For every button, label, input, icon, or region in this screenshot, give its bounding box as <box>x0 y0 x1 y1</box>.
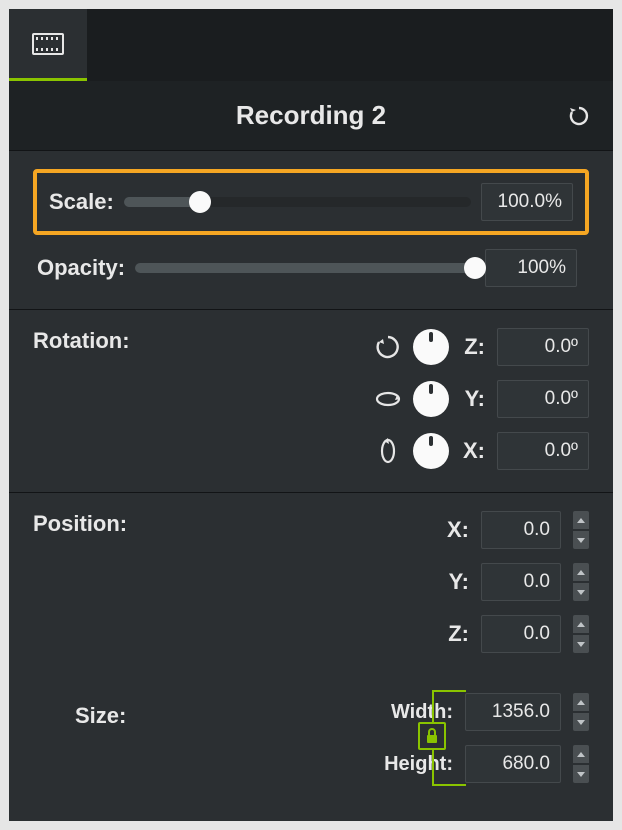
opacity-input[interactable] <box>485 249 577 287</box>
size-group: Size: Width: <box>33 693 589 783</box>
scale-row: Scale: <box>49 183 573 221</box>
position-x-step-down[interactable] <box>573 531 589 549</box>
size-height-stepper <box>573 745 589 783</box>
undo-icon <box>567 104 591 128</box>
chevron-up-icon <box>577 570 585 575</box>
opacity-row: Opacity: <box>33 249 589 287</box>
position-y-step-up[interactable] <box>573 563 589 581</box>
chevron-up-icon <box>577 622 585 627</box>
scale-input[interactable] <box>481 183 573 221</box>
size-label: Size: <box>75 703 126 729</box>
position-x-input[interactable] <box>481 511 561 549</box>
opacity-slider-fill <box>135 263 475 273</box>
size-width-input[interactable] <box>465 693 561 731</box>
rotation-y-input[interactable] <box>497 380 589 418</box>
position-size-section: Position: X: Y: Z: S <box>9 493 613 813</box>
position-y-step-down[interactable] <box>573 583 589 601</box>
rotation-z-axis-label: Z: <box>461 334 485 360</box>
opacity-slider[interactable] <box>135 263 475 273</box>
reset-button[interactable] <box>565 102 593 130</box>
position-z-input[interactable] <box>481 615 561 653</box>
rotation-y-axis-label: Y: <box>461 386 485 412</box>
position-z-axis-label: Z: <box>445 621 469 647</box>
position-x-step-up[interactable] <box>573 511 589 529</box>
size-height-input[interactable] <box>465 745 561 783</box>
position-label: Position: <box>33 511 127 537</box>
scale-slider[interactable] <box>124 197 471 207</box>
scale-slider-thumb[interactable] <box>189 191 211 213</box>
size-height-step-down[interactable] <box>573 765 589 783</box>
opacity-slider-thumb[interactable] <box>464 257 486 279</box>
size-width-step-up[interactable] <box>573 693 589 711</box>
rotation-x-row: X: <box>33 432 589 470</box>
properties-panel: Recording 2 Scale: Opacity: <box>9 9 613 821</box>
chevron-down-icon <box>577 720 585 725</box>
scale-highlight: Scale: <box>33 169 589 235</box>
rotation-x-input[interactable] <box>497 432 589 470</box>
title-row: Recording 2 <box>9 81 613 151</box>
rotation-section: Rotation: Z: Y: X: <box>9 310 613 493</box>
size-width-axis-label: Width: <box>391 701 453 724</box>
chevron-up-icon <box>577 518 585 523</box>
rotate-x-icon[interactable] <box>375 438 401 464</box>
chevron-down-icon <box>577 538 585 543</box>
chevron-down-icon <box>577 590 585 595</box>
chevron-down-icon <box>577 772 585 777</box>
scale-label: Scale: <box>49 189 114 215</box>
rotation-x-knob[interactable] <box>413 433 449 469</box>
rotation-x-axis-label: X: <box>461 438 485 464</box>
size-width-stepper <box>573 693 589 731</box>
position-z-row: Z: <box>33 615 589 653</box>
rotation-y-row: Y: <box>33 380 589 418</box>
opacity-label: Opacity: <box>37 255 125 281</box>
transform-section: Scale: Opacity: <box>9 151 613 310</box>
chevron-down-icon <box>577 642 585 647</box>
size-height-axis-label: Height: <box>384 753 453 776</box>
position-z-stepper <box>573 615 589 653</box>
rotation-z-input[interactable] <box>497 328 589 366</box>
tab-bar <box>9 9 613 81</box>
position-y-stepper <box>573 563 589 601</box>
rotation-label: Rotation: <box>33 328 130 354</box>
size-height-step-up[interactable] <box>573 745 589 763</box>
tab-visual[interactable] <box>9 9 87 81</box>
position-y-row: Y: <box>33 563 589 601</box>
position-x-stepper <box>573 511 589 549</box>
size-width-step-down[interactable] <box>573 713 589 731</box>
position-y-axis-label: Y: <box>445 569 469 595</box>
rotate-z-icon[interactable] <box>375 334 401 360</box>
position-y-input[interactable] <box>481 563 561 601</box>
film-icon <box>32 33 64 55</box>
position-z-step-up[interactable] <box>573 615 589 633</box>
rotate-y-icon[interactable] <box>375 386 401 412</box>
position-z-step-down[interactable] <box>573 635 589 653</box>
chevron-up-icon <box>577 752 585 757</box>
chevron-up-icon <box>577 700 585 705</box>
rotation-z-knob[interactable] <box>413 329 449 365</box>
position-x-axis-label: X: <box>445 517 469 543</box>
media-title: Recording 2 <box>236 100 386 131</box>
size-height-row: Height: <box>33 745 589 783</box>
rotation-y-knob[interactable] <box>413 381 449 417</box>
